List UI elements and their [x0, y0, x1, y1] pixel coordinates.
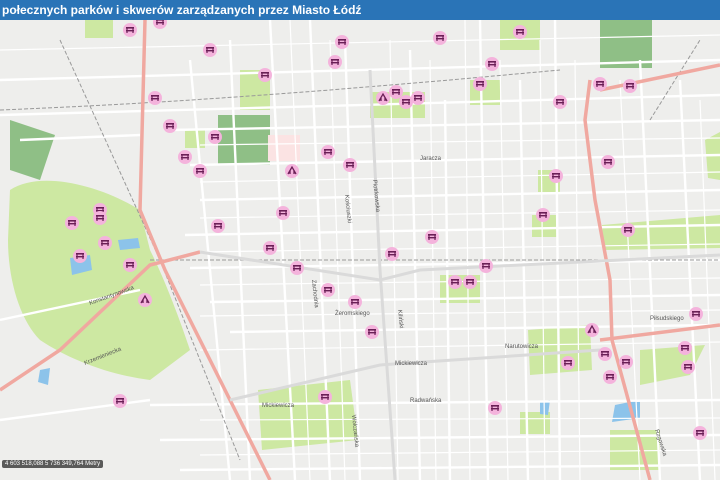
park-marker[interactable]	[593, 77, 607, 91]
park-marker[interactable]	[321, 145, 335, 159]
street-label-narutowicza: Narutowicza	[505, 344, 539, 350]
park-marker[interactable]	[290, 261, 304, 275]
park-marker[interactable]	[603, 370, 617, 384]
park-marker[interactable]	[678, 341, 692, 355]
park-marker[interactable]	[178, 150, 192, 164]
park-marker[interactable]	[335, 35, 349, 49]
park-marker[interactable]	[473, 77, 487, 91]
park-marker[interactable]	[263, 241, 277, 255]
park-marker[interactable]	[549, 169, 563, 183]
park-marker[interactable]	[348, 295, 362, 309]
park-marker[interactable]	[258, 68, 272, 82]
park-marker[interactable]	[598, 347, 612, 361]
park-marker[interactable]	[399, 95, 413, 109]
pond-zdrowie-1	[118, 238, 140, 250]
park-marker[interactable]	[328, 55, 342, 69]
park-marker[interactable]	[73, 249, 87, 263]
park-marker[interactable]	[318, 390, 332, 404]
park-marker[interactable]	[276, 206, 290, 220]
park-marker[interactable]	[365, 325, 379, 339]
park-marker[interactable]	[585, 323, 599, 337]
park-marker[interactable]	[123, 23, 137, 37]
park-marker[interactable]	[93, 211, 107, 225]
street-label-jaracza: Jaracza	[420, 156, 442, 162]
street-label-mickiewicza-1: Mickiewicza	[395, 361, 428, 367]
park-marker[interactable]	[123, 258, 137, 272]
park-marker[interactable]	[601, 155, 615, 169]
park-nw-small	[85, 20, 113, 38]
park-marker[interactable]	[561, 356, 575, 370]
park-marker[interactable]	[385, 247, 399, 261]
forest-stadium	[218, 115, 270, 165]
park-marker[interactable]	[343, 158, 357, 172]
coordinates-readout: 4 603 518,088 5 736 349,764 Metry	[2, 460, 104, 468]
street-label-pilsudskiego: Piłsudskiego	[650, 316, 684, 322]
park-marker[interactable]	[163, 119, 177, 133]
park-marker[interactable]	[623, 79, 637, 93]
park-marker[interactable]	[681, 360, 695, 374]
park-marker[interactable]	[621, 223, 635, 237]
park-south-right	[520, 412, 550, 434]
park-marker[interactable]	[619, 355, 633, 369]
park-marker[interactable]	[376, 91, 390, 105]
street-label-zeromskiego: Żeromskiego	[335, 310, 370, 317]
street-label-radwanska: Radwańska	[410, 398, 442, 404]
forest-northeast	[600, 20, 652, 68]
park-marker[interactable]	[553, 95, 567, 109]
park-marker[interactable]	[463, 275, 477, 289]
street-label-mickiewicza-2: Mickiewicza	[262, 403, 295, 409]
park-marker[interactable]	[536, 208, 550, 222]
park-marker[interactable]	[148, 91, 162, 105]
park-marker[interactable]	[411, 91, 425, 105]
park-marker[interactable]	[98, 236, 112, 250]
park-marker[interactable]	[203, 43, 217, 57]
park-marker[interactable]	[425, 230, 439, 244]
park-marker[interactable]	[193, 164, 207, 178]
park-marker[interactable]	[321, 283, 335, 297]
park-marker[interactable]	[448, 275, 462, 289]
park-marker[interactable]	[488, 401, 502, 415]
park-marker[interactable]	[285, 164, 299, 178]
park-marker[interactable]	[211, 219, 225, 233]
park-marker[interactable]	[113, 394, 127, 408]
park-marker[interactable]	[138, 293, 152, 307]
park-marker[interactable]	[689, 307, 703, 321]
park-marker[interactable]	[485, 57, 499, 71]
park-marker[interactable]	[389, 85, 403, 99]
park-marker[interactable]	[479, 259, 493, 273]
park-marker[interactable]	[65, 216, 79, 230]
page-title: połecznych parków i skwerów zarządzanych…	[0, 0, 720, 20]
park-marker[interactable]	[208, 130, 222, 144]
park-marker[interactable]	[693, 426, 707, 440]
map-canvas[interactable]: Kiliński Piotrkowska Mickiewicza Mickiew…	[0, 20, 720, 480]
park-marker[interactable]	[433, 31, 447, 45]
park-marker[interactable]	[513, 25, 527, 39]
